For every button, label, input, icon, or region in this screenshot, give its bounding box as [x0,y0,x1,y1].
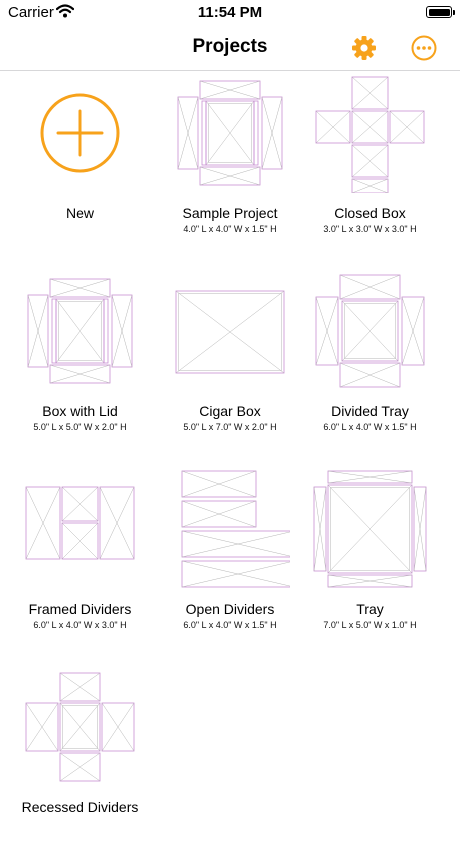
closed-box-layout-icon [315,76,425,193]
project-dimensions: 6.0" L x 4.0" W x 1.5" H [323,422,417,432]
page-title: Projects [192,36,268,57]
project-dimensions: 5.0" L x 7.0" W x 2.0" H [183,422,277,432]
more-icon[interactable] [410,34,438,62]
new-project-button[interactable]: New [10,71,150,269]
open-dividers-layout-icon [181,470,290,588]
recessed-dividers-layout-icon [25,672,135,782]
project-card[interactable]: Divided Tray 6.0" L x 4.0" W x 1.5" H [300,269,440,467]
project-name: Cigar Box [199,403,261,419]
project-name: Tray [356,601,384,617]
project-card[interactable]: Framed Dividers 6.0" L x 4.0" W x 3.0" H [10,467,150,665]
project-dimensions: 4.0" L x 4.0" W x 1.5" H [183,224,277,234]
project-name: Closed Box [334,205,406,221]
clock-time: 11:54 PM [197,4,263,21]
project-card[interactable]: Box with Lid 5.0" L x 5.0" W x 2.0" H [10,269,150,467]
project-card[interactable]: Sample Project 4.0" L x 4.0" W x 1.5" H [160,71,300,269]
project-card[interactable]: Closed Box 3.0" L x 3.0" W x 3.0" H [300,71,440,269]
project-name: Sample Project [182,205,278,221]
project-name: Open Dividers [185,601,275,617]
navigation-bar: Projects [0,26,460,71]
cigar-box-layout-icon [175,290,285,374]
box-with-lid-layout-icon [177,80,283,186]
project-name: New [65,205,94,221]
gear-icon[interactable] [350,34,378,62]
project-card[interactable]: Tray 7.0" L x 5.0" W x 1.0" H [300,467,440,665]
project-dimensions: 5.0" L x 5.0" W x 2.0" H [33,422,127,432]
project-card[interactable]: Cigar Box 5.0" L x 7.0" W x 2.0" H [160,269,300,467]
framed-dividers-layout-icon [25,486,135,560]
battery-cap [453,10,455,15]
add-icon [40,93,120,173]
project-dimensions: 3.0" L x 3.0" W x 3.0" H [323,224,417,234]
divided-tray-layout-icon [315,274,425,388]
project-card[interactable]: Open Dividers 6.0" L x 4.0" W x 1.5" H [160,467,300,665]
project-name: Divided Tray [331,403,409,419]
project-dimensions: 7.0" L x 5.0" W x 1.0" H [323,620,417,630]
project-dimensions: 6.0" L x 4.0" W x 3.0" H [33,620,127,630]
battery-icon [426,6,452,18]
project-name: Recessed Dividers [21,799,139,815]
status-bar: Carrier 11:54 PM [0,0,460,26]
tray-layout-icon [313,470,427,588]
project-name: Box with Lid [42,403,118,419]
project-name: Framed Dividers [28,601,132,617]
project-dimensions: 6.0" L x 4.0" W x 1.5" H [183,620,277,630]
project-card[interactable]: Recessed Dividers [10,665,150,863]
box-with-lid-layout-icon [27,278,133,384]
